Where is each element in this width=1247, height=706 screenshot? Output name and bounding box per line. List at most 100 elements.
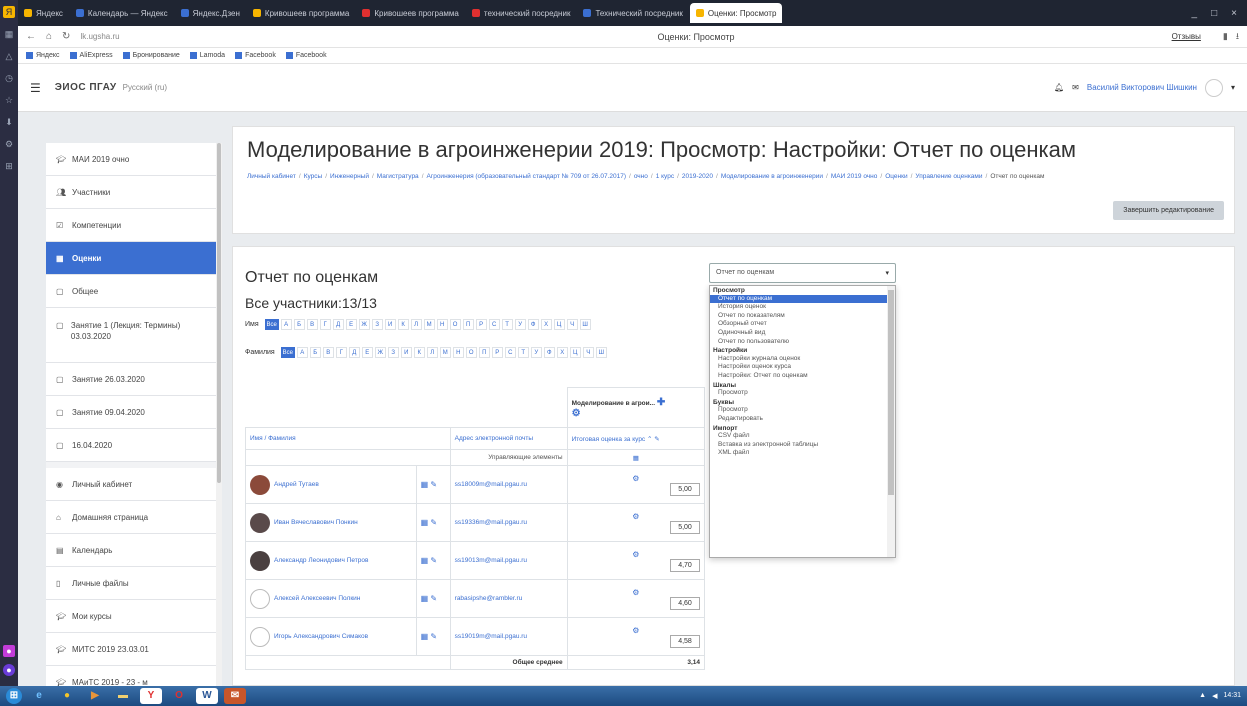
dropdown-option[interactable]: Одиночный вид — [710, 329, 895, 338]
letter-filter[interactable]: Б — [293, 319, 305, 330]
grade-gear-icon[interactable]: ⚙ — [572, 626, 700, 635]
grade-input[interactable]: 4,60 — [670, 596, 700, 610]
drawer-item[interactable]: 🎓︎ Мои курсы — [46, 600, 216, 633]
user-menu-chevron-icon[interactable]: ▾ — [1231, 83, 1235, 92]
user-fullname[interactable]: Иван Вячеславович Понкин — [274, 519, 358, 526]
drawer-scrollbar[interactable] — [216, 143, 222, 686]
user-name-link[interactable]: Александр Леонидович Петров — [250, 550, 412, 571]
drawer-item[interactable]: 🎓︎ МАИ 2019 очно — [46, 143, 216, 176]
drawer-item[interactable]: ▯ Личные файлы — [46, 567, 216, 600]
dropdown-option[interactable]: Настройки оценок курса — [710, 363, 895, 372]
letter-filter[interactable]: И — [384, 319, 396, 330]
messages-icon[interactable]: ✉︎ — [1072, 83, 1079, 92]
letter-filter[interactable]: Ш — [579, 319, 591, 330]
drawer-item[interactable]: ▢ Общее — [46, 275, 216, 308]
user-report-icon[interactable]: ▦ — [421, 480, 431, 489]
letter-filter[interactable]: З — [387, 347, 399, 358]
user-name[interactable]: Василий Викторович Шишкин — [1087, 83, 1197, 92]
alert-icon[interactable]: △ — [3, 50, 15, 62]
browser-tab[interactable]: Технический посредник — [577, 3, 688, 23]
user-report-icon[interactable]: ▦ — [421, 518, 431, 527]
volume-icon[interactable]: ◀ — [1212, 692, 1217, 700]
browser-tab[interactable]: Кривошеев программа — [356, 3, 464, 23]
edit-pencil-icon[interactable]: ✎ — [430, 518, 437, 527]
breadcrumb-item[interactable]: Оценки — [885, 173, 907, 180]
bookmark-item[interactable]: Lamoda — [189, 52, 225, 59]
close-window-icon[interactable]: × — [1231, 8, 1237, 19]
star-icon[interactable]: ☆ — [3, 94, 15, 106]
dropdown-option[interactable]: Настройки: Отчет по оценкам — [710, 372, 895, 381]
breadcrumb-item[interactable]: Курсы — [304, 173, 323, 180]
clock[interactable]: 14:31 — [1223, 692, 1241, 700]
user-report-icon[interactable]: ▦ — [421, 632, 431, 641]
letter-filter[interactable]: Т — [501, 319, 513, 330]
browser-tab[interactable]: Яндекс.Дзен — [175, 3, 246, 23]
start-button[interactable]: ⊞ — [6, 688, 22, 704]
chrome-icon[interactable]: ● — [56, 688, 78, 704]
edit-pencil-icon[interactable]: ✎ — [430, 480, 437, 489]
letter-filter[interactable]: У — [530, 347, 542, 358]
grade-input[interactable]: 5,00 — [670, 520, 700, 534]
turn-editing-off-button[interactable]: Завершить редактирование — [1113, 201, 1224, 220]
user-fullname[interactable]: Александр Леонидович Петров — [274, 557, 368, 564]
letter-filter[interactable]: М — [423, 319, 435, 330]
drawer-item[interactable]: 👥︎ Участники — [46, 176, 216, 209]
assistant-icon[interactable]: ● — [3, 664, 15, 676]
letter-filter[interactable]: А — [296, 347, 308, 358]
grade-input[interactable]: 4,70 — [670, 558, 700, 572]
letter-filter[interactable]: Х — [540, 319, 552, 330]
edit-pencil-icon[interactable]: ✎ — [430, 556, 437, 565]
user-report-icon[interactable]: ▦ — [421, 594, 431, 603]
dropdown-option[interactable]: Обзорный отчет — [710, 320, 895, 329]
browser-tab[interactable]: Кривошеев программа — [247, 3, 355, 23]
browser-tab[interactable]: технический посредник — [466, 3, 577, 23]
drawer-item[interactable]: ☑ Компетенции — [46, 209, 216, 242]
letter-filter[interactable]: К — [413, 347, 425, 358]
sort-icon[interactable]: ⌃ — [647, 436, 652, 443]
letter-filter[interactable]: П — [478, 347, 490, 358]
edit-pencil-icon[interactable]: ✎ — [430, 632, 437, 641]
maximize-icon[interactable]: □ — [1211, 8, 1217, 19]
letter-filter[interactable]: Т — [517, 347, 529, 358]
letter-filter[interactable]: В — [306, 319, 318, 330]
dropdown-option[interactable]: История оценок — [710, 303, 895, 312]
dropdown-option[interactable]: Вставка из электронной таблицы — [710, 441, 895, 450]
user-name-link[interactable]: Андрей Тутаев — [250, 474, 412, 495]
drawer-item[interactable]: ▢ 16.04.2020 — [46, 429, 216, 462]
collapse-icon[interactable]: ✚ — [657, 397, 665, 408]
grid-icon[interactable]: ▦ — [3, 28, 15, 40]
letter-filter[interactable]: М — [439, 347, 451, 358]
yandex-logo-icon[interactable]: Я — [3, 6, 15, 18]
dropdown-option[interactable]: Отчет по пользователю — [710, 338, 895, 347]
back-icon[interactable]: ← — [26, 31, 36, 42]
dropdown-option[interactable]: Редактировать — [710, 415, 895, 424]
drawer-item[interactable]: ▢ Занятие 09.04.2020 — [46, 396, 216, 429]
letter-filter[interactable]: К — [397, 319, 409, 330]
site-brand[interactable]: ЭИОС ПГАУ — [55, 82, 117, 93]
letter-filter[interactable]: Д — [332, 319, 344, 330]
drawer-item[interactable]: ⌂ Домашняя страница — [46, 501, 216, 534]
bookmark-item[interactable]: Facebook — [285, 52, 327, 59]
letter-filter[interactable]: О — [465, 347, 477, 358]
breadcrumb-item[interactable]: Агроинженерия (образовательный стандарт … — [427, 173, 627, 180]
letter-filter[interactable]: Б — [309, 347, 321, 358]
opera-icon[interactable]: O — [168, 688, 190, 704]
network-icon[interactable]: ▲ — [1199, 692, 1206, 700]
category-gear-icon[interactable]: ⚙ — [572, 408, 581, 419]
letter-filter[interactable]: С — [488, 319, 500, 330]
letter-filter[interactable]: Р — [491, 347, 503, 358]
lastname-filter-all[interactable]: Все — [280, 347, 295, 358]
calculator-icon[interactable]: ▦ — [566, 449, 706, 466]
letter-filter[interactable]: Ф — [527, 319, 539, 330]
letter-filter[interactable]: В — [322, 347, 334, 358]
grade-input[interactable]: 4,58 — [670, 634, 700, 648]
language-menu[interactable]: Русский (ru) — [123, 83, 167, 92]
plus-icon[interactable]: ⊞ — [3, 160, 15, 172]
breadcrumb-item[interactable]: Инженерный — [330, 173, 369, 180]
breadcrumb-item[interactable]: очно — [634, 173, 648, 180]
letter-filter[interactable]: Ц — [569, 347, 581, 358]
letter-filter[interactable]: Л — [426, 347, 438, 358]
letter-filter[interactable]: Ч — [566, 319, 578, 330]
drawer-item[interactable]: 🎓︎ МАиТС 2019 - 23 - м — [46, 666, 216, 686]
dropdown-scrollbar[interactable] — [887, 286, 895, 557]
